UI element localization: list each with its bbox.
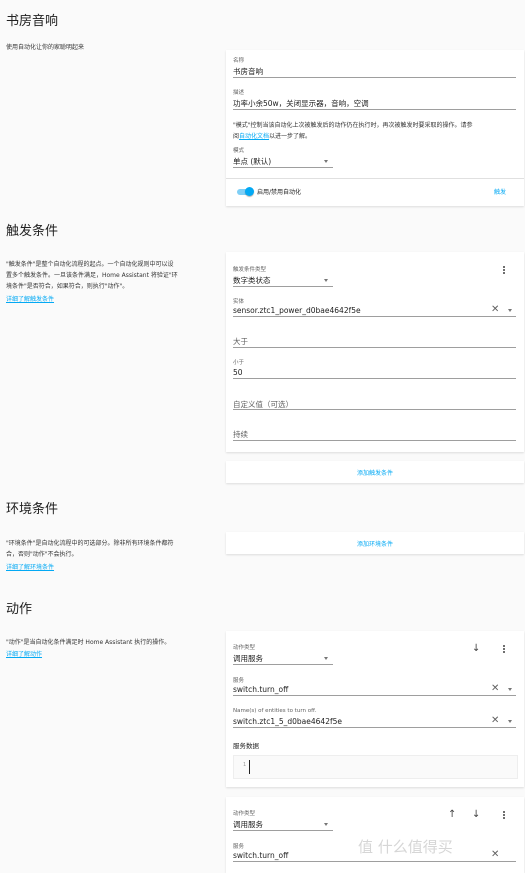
desc-underline: [233, 109, 516, 110]
desc-label: 描述: [233, 90, 245, 96]
service-input[interactable]: switch.turn_off: [233, 851, 288, 860]
action-type-underline: [233, 664, 333, 665]
service-underline: [233, 861, 516, 862]
service-label: 服务: [233, 678, 245, 684]
service-label: 服务: [233, 844, 245, 850]
mode-note-line2: 阅自动化文档以进一步了解。: [233, 131, 521, 142]
toggle-label: 启用/禁用自动化: [257, 189, 302, 196]
clear-icon[interactable]: ✕: [491, 850, 499, 860]
triggers-desc-line: 境条件"是否符合，如果符合，则执行"动作"。: [6, 283, 129, 290]
enable-toggle[interactable]: [245, 187, 254, 196]
actions-learn-more-link[interactable]: 详细了解动作: [6, 649, 42, 658]
move-down-icon[interactable]: ↓: [472, 644, 480, 654]
card-divider: [226, 178, 524, 179]
actions-description: "动作"是当自动化条件满足时 Home Assistant 执行的操作。: [6, 639, 171, 646]
mode-note-suffix: 以进一步了解。: [269, 133, 312, 140]
name-input[interactable]: 书房音响: [233, 66, 263, 77]
triggers-title: 触发条件: [6, 224, 59, 239]
action-card: 动作类型 调用服务 ↓ 服务 switch.turn_off ✕ Name(s)…: [226, 631, 524, 787]
action-card: 动作类型 调用服务 ↑ ↓ 服务 switch.turn_off ✕: [226, 797, 524, 873]
entity-label: Name(s) of entities to turn off.: [233, 708, 317, 714]
service-input[interactable]: switch.turn_off: [233, 685, 288, 694]
add-condition-button[interactable]: 添加环境条件: [226, 539, 524, 548]
entity-input[interactable]: switch.ztc1_5_d0bae4642f5e: [233, 717, 342, 726]
above-underline: [233, 347, 516, 348]
watermark: 值 什么值得买: [358, 838, 453, 856]
mode-underline: [233, 167, 333, 168]
actions-title: 动作: [6, 602, 33, 617]
conditions-desc-line: 合，否则"动作"不会执行。: [6, 551, 78, 558]
value-template-underline: [233, 409, 516, 410]
action-menu-icon[interactable]: [503, 644, 506, 654]
desc-input[interactable]: 功率小余50w，关闭显示器，音响，空调: [233, 98, 369, 109]
editor-cursor: [249, 760, 250, 774]
below-input[interactable]: 50: [233, 368, 243, 377]
line-number: 1: [243, 762, 247, 768]
trigger-button[interactable]: 触发: [494, 187, 506, 196]
entity-dropdown-icon[interactable]: [508, 309, 512, 312]
name-underline: [233, 77, 516, 78]
service-data-editor[interactable]: 1: [233, 755, 518, 779]
mode-select[interactable]: 单点 (默认): [233, 156, 271, 167]
triggers-desc-line: "触发条件"是整个自动化流程的起点。一个自动化规则中可以设: [6, 261, 174, 268]
entity-underline: [233, 727, 516, 728]
action-type-label: 动作类型: [233, 811, 256, 817]
action-menu-icon[interactable]: [503, 810, 506, 820]
conditions-title: 环境条件: [6, 502, 59, 517]
service-data-label: 服务数据: [233, 742, 259, 750]
add-trigger-card: 添加触发条件: [226, 461, 524, 483]
add-trigger-button[interactable]: 添加触发条件: [226, 468, 524, 477]
action-type-select[interactable]: 调用服务: [233, 653, 263, 664]
move-down-icon[interactable]: ↓: [472, 810, 480, 820]
service-underline: [233, 695, 516, 696]
duration-underline: [233, 440, 516, 441]
clear-icon[interactable]: ✕: [491, 305, 499, 315]
trigger-type-label: 触发条件类型: [233, 267, 267, 273]
trigger-menu-icon[interactable]: [503, 265, 506, 275]
entity-input[interactable]: sensor.ztc1_power_d0bae4642f5e: [233, 306, 361, 315]
name-label: 名称: [233, 58, 245, 64]
triggers-learn-more-link[interactable]: 详细了解触发条件: [6, 294, 54, 303]
move-up-icon[interactable]: ↑: [448, 810, 456, 820]
triggers-desc-line: 置多个触发条件。一旦该条件满足，Home Assistant 将验证"环: [6, 272, 178, 279]
trigger-type-underline: [233, 286, 333, 287]
action-type-select[interactable]: 调用服务: [233, 819, 263, 830]
trigger-type-select[interactable]: 数字类状态: [233, 275, 271, 286]
action-type-label: 动作类型: [233, 645, 256, 651]
mode-dropdown-icon[interactable]: [324, 160, 328, 163]
action-type-underline: [233, 830, 333, 831]
entity-underline: [233, 316, 516, 317]
mode-note: "模式"控制当该自动化上次被触发后的动作仍在执行时，再次被触发时要采取的操作。请…: [233, 120, 521, 142]
conditions-desc-line: "环境条件"是自动化流程中的可选部分。除非所有环境条件都符: [6, 540, 174, 547]
action-type-dropdown-icon[interactable]: [324, 657, 328, 660]
below-label: 小于: [233, 360, 245, 366]
automation-card: 名称 书房音响 描述 功率小余50w，关闭显示器，音响，空调 "模式"控制当该自…: [226, 50, 524, 206]
automation-docs-link[interactable]: 自动化文档: [239, 133, 269, 140]
mode-note-line1: "模式"控制当该自动化上次被触发后的动作仍在执行时，再次被触发时要采取的操作。请…: [233, 122, 473, 129]
clear-icon[interactable]: ✕: [491, 684, 499, 694]
add-condition-card: 添加环境条件: [226, 532, 524, 554]
entity-label: 实体: [233, 299, 245, 305]
mode-label: 模式: [233, 148, 245, 154]
automation-title: 书房音响: [6, 14, 59, 29]
trigger-card: 触发条件类型 数字类状态 实体 sensor.ztc1_power_d0bae4…: [226, 252, 524, 452]
conditions-description: "环境条件"是自动化流程中的可选部分。除非所有环境条件都符 合，否则"动作"不会…: [6, 538, 218, 560]
automation-description: 使用自动化让你的家聪明起来: [6, 44, 85, 51]
triggers-description: "触发条件"是整个自动化流程的起点。一个自动化规则中可以设 置多个触发条件。一旦…: [6, 259, 218, 292]
below-underline: [233, 378, 516, 379]
clear-icon[interactable]: ✕: [491, 716, 499, 726]
conditions-learn-more-link[interactable]: 详细了解环境条件: [6, 562, 54, 571]
trigger-type-dropdown-icon[interactable]: [324, 279, 328, 282]
entity-dropdown-icon[interactable]: [508, 720, 512, 723]
duration-input[interactable]: 持续: [233, 429, 248, 440]
above-input[interactable]: 大于: [233, 336, 248, 347]
service-dropdown-icon[interactable]: [508, 688, 512, 691]
action-type-dropdown-icon[interactable]: [324, 823, 328, 826]
